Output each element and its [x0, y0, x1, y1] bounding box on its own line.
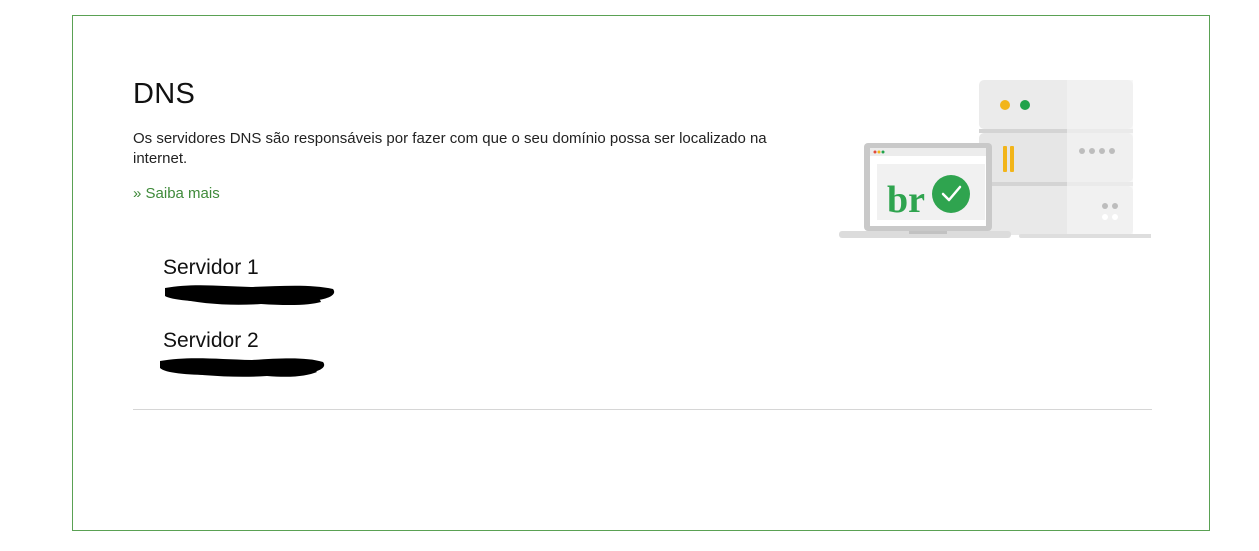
dns-panel: DNS Os servidores DNS são responsáveis p…	[72, 15, 1210, 531]
laptop-icon	[839, 143, 1011, 238]
learn-more-link[interactable]: » Saiba mais	[133, 185, 220, 202]
check-circle-icon	[932, 175, 970, 213]
server-1-value-redacted	[165, 285, 335, 306]
server-2-value-redacted	[160, 358, 325, 377]
server-1-label: Servidor 1	[163, 256, 259, 279]
laptop-br-text: br	[887, 179, 925, 221]
dns-illustration: br	[839, 80, 1151, 238]
section-title: DNS	[133, 78, 196, 110]
section-description: Os servidores DNS são responsáveis por f…	[133, 130, 767, 167]
section-divider	[133, 409, 1152, 410]
server-2-label: Servidor 2	[163, 329, 259, 352]
server-rack-icon	[979, 80, 1151, 238]
